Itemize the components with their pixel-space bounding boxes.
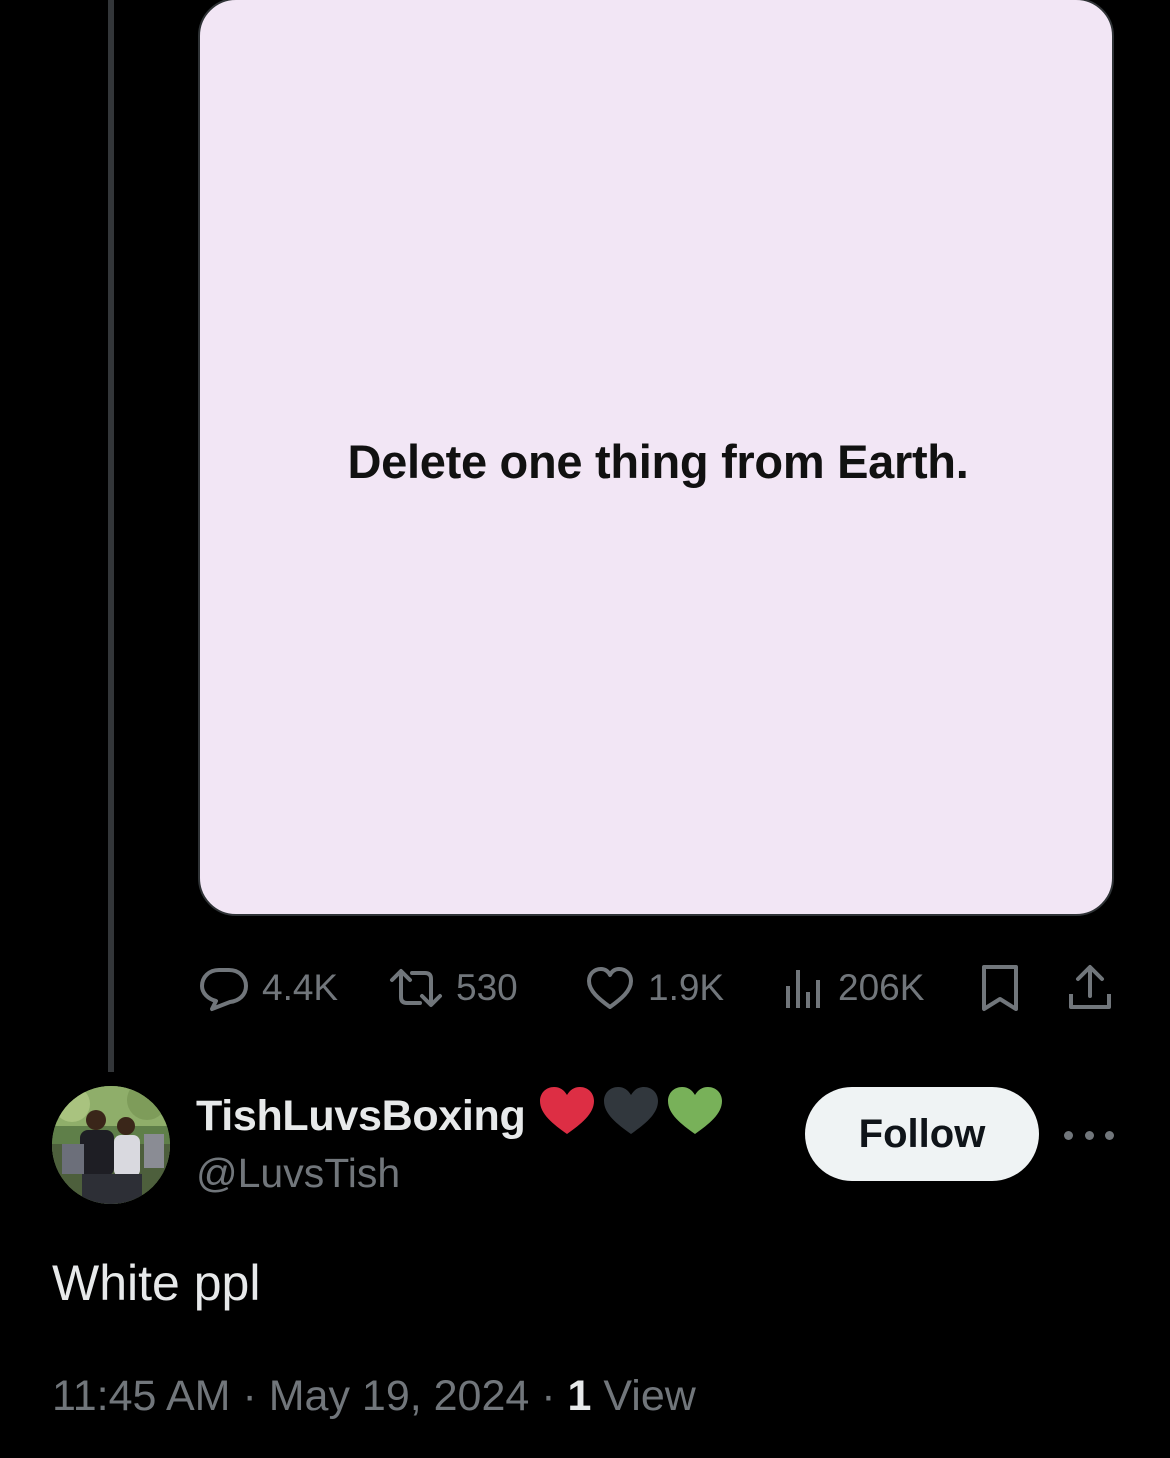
red-heart-icon (534, 1084, 598, 1149)
tweet-text: White ppl (52, 1255, 261, 1311)
tweet-action-bar: 4.4K 530 1.9K 206K (196, 960, 1126, 1016)
meta-separator: · (230, 1372, 269, 1420)
display-name-text: TishLuvsBoxing (196, 1091, 526, 1140)
views-button[interactable]: 206K (782, 960, 924, 1016)
reply-button[interactable]: 4.4K (198, 960, 338, 1016)
black-heart-icon (598, 1084, 662, 1149)
reply-count: 4.4K (262, 967, 339, 1008)
like-button[interactable]: 1.9K (584, 960, 724, 1016)
like-count: 1.9K (648, 967, 725, 1008)
more-dot (1084, 1130, 1094, 1140)
reply-icon (198, 964, 250, 1012)
bookmark-button[interactable] (978, 960, 1022, 1016)
tweet-time[interactable]: 11:45 AM (52, 1372, 231, 1420)
author-handle[interactable]: @LuvsTish (196, 1150, 400, 1197)
media-caption-text: Delete one thing from Earth. (347, 434, 969, 488)
tweet-views-label: View (591, 1372, 696, 1420)
more-options-button[interactable] (1064, 1118, 1114, 1152)
tweet-media-image[interactable]: Delete one thing from Earth. (198, 0, 1114, 916)
green-heart-icon (662, 1084, 726, 1149)
repost-count: 530 (456, 967, 518, 1008)
avatar[interactable] (52, 1086, 170, 1204)
tweet-date[interactable]: May 19, 2024 (269, 1372, 530, 1420)
views-count: 206K (838, 967, 925, 1008)
thread-connector-line (108, 0, 114, 1072)
tweet-meta: 11:45 AM · May 19, 2024 · 1 View (52, 1372, 696, 1421)
author-display-name[interactable]: TishLuvsBoxing (196, 1086, 726, 1144)
share-icon (1066, 962, 1114, 1014)
meta-separator: · (529, 1372, 568, 1420)
more-dot (1105, 1130, 1114, 1140)
name-emojis (534, 1084, 726, 1149)
repost-button[interactable]: 530 (388, 960, 518, 1016)
repost-icon (388, 964, 444, 1012)
analytics-icon (782, 964, 826, 1012)
follow-button[interactable]: Follow (805, 1087, 1039, 1181)
tweet-views-count: 1 (567, 1372, 592, 1420)
more-horizontal-icon (1064, 1130, 1073, 1140)
share-button[interactable] (1066, 960, 1114, 1016)
heart-icon (584, 964, 636, 1012)
bookmark-icon (978, 962, 1022, 1014)
